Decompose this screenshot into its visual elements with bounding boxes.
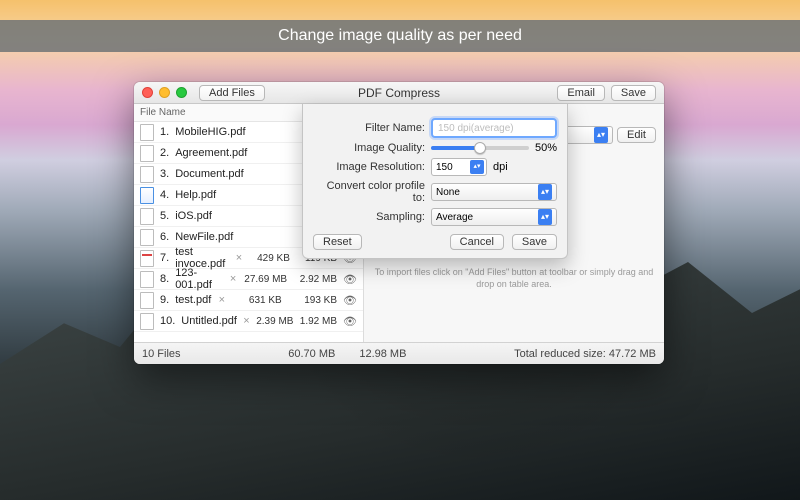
total-reduced: 12.98 MB	[359, 348, 406, 360]
filter-settings-sheet: Filter Name: 150 dpi(average) Image Qual…	[302, 104, 568, 259]
orig-size: 2.39 MB	[256, 316, 294, 327]
file-row[interactable]: 10. Untitled.pdf × 2.39 MB 1.92 MB 👁	[134, 311, 363, 332]
preview-icon[interactable]: 👁	[343, 294, 357, 307]
file-index: 9.	[160, 294, 169, 306]
file-name: test.pdf	[175, 294, 211, 306]
file-count: 10 Files	[142, 348, 181, 360]
label-image-resolution: Image Resolution:	[313, 161, 425, 173]
file-row[interactable]: 8. 123-001.pdf × 27.69 MB 2.92 MB 👁	[134, 269, 363, 290]
orig-size: 429 KB	[249, 253, 290, 264]
file-name: NewFile.pdf	[175, 231, 233, 243]
preview-icon[interactable]: 👁	[343, 273, 357, 286]
titlebar: Add Files PDF Compress Email Save	[134, 82, 664, 104]
file-name: MobileHIG.pdf	[175, 126, 245, 138]
remove-icon[interactable]: ×	[229, 273, 237, 285]
color-profile-select[interactable]: None ▴▾	[431, 183, 557, 201]
label-color-profile: Convert color profile to:	[313, 180, 425, 204]
slider-thumb[interactable]	[474, 142, 486, 154]
file-index: 7.	[160, 252, 169, 264]
orig-size: 27.69 MB	[243, 274, 287, 285]
color-profile-value: None	[436, 187, 460, 198]
edit-quality-button[interactable]: Edit	[617, 127, 656, 143]
file-row[interactable]: 9. test.pdf × 631 KB 193 KB 👁	[134, 290, 363, 311]
file-name: Agreement.pdf	[175, 147, 247, 159]
reduced-size: 1.92 MB	[299, 316, 337, 327]
orig-size: 631 KB	[232, 295, 281, 306]
file-index: 2.	[160, 147, 169, 159]
zoom-icon[interactable]	[176, 87, 187, 98]
reduced-size: 193 KB	[288, 295, 337, 306]
reset-button[interactable]: Reset	[313, 234, 362, 250]
import-hint: To import files click on "Add Files" but…	[372, 267, 656, 290]
cancel-button[interactable]: Cancel	[450, 234, 504, 250]
resolution-value: 150	[436, 162, 453, 173]
close-icon[interactable]	[142, 87, 153, 98]
file-name: Document.pdf	[175, 168, 243, 180]
chevron-updown-icon: ▴▾	[538, 184, 552, 200]
sheet-save-button[interactable]: Save	[512, 234, 557, 250]
add-files-button[interactable]: Add Files	[199, 85, 265, 101]
file-index: 6.	[160, 231, 169, 243]
chevron-updown-icon: ▴▾	[470, 160, 484, 174]
sampling-select[interactable]: Average ▴▾	[431, 208, 557, 226]
resolution-unit: dpi	[493, 161, 508, 173]
remove-icon[interactable]: ×	[243, 315, 250, 327]
quality-percent: 50%	[535, 142, 557, 154]
minimize-icon[interactable]	[159, 87, 170, 98]
chevron-updown-icon: ▴▾	[594, 127, 608, 143]
remove-icon[interactable]: ×	[235, 252, 243, 264]
sampling-value: Average	[436, 212, 473, 223]
file-name: iOS.pdf	[175, 210, 212, 222]
file-name: Help.pdf	[175, 189, 216, 201]
quality-slider[interactable]	[431, 146, 529, 150]
file-index: 1.	[160, 126, 169, 138]
file-index: 3.	[160, 168, 169, 180]
file-index: 4.	[160, 189, 169, 201]
resolution-stepper[interactable]: 150 ▴▾	[431, 158, 487, 176]
file-index: 5.	[160, 210, 169, 222]
save-button[interactable]: Save	[611, 85, 656, 101]
promo-banner: Change image quality as per need	[0, 20, 800, 52]
label-filter-name: Filter Name:	[313, 122, 425, 134]
remove-icon[interactable]: ×	[217, 294, 226, 306]
label-sampling: Sampling:	[313, 211, 425, 223]
summary-text: Total reduced size: 47.72 MB	[514, 348, 656, 360]
preview-icon[interactable]: 👁	[343, 315, 357, 328]
total-original: 60.70 MB	[288, 348, 335, 360]
file-name: 123-001.pdf	[175, 267, 223, 291]
file-name: Untitled.pdf	[181, 315, 237, 327]
app-window: Add Files PDF Compress Email Save File N…	[134, 82, 664, 364]
file-index: 10.	[160, 315, 175, 327]
file-index: 8.	[160, 273, 169, 285]
filter-name-input[interactable]: 150 dpi(average)	[431, 118, 557, 138]
reduced-size: 2.92 MB	[293, 274, 337, 285]
status-bar: 10 Files 60.70 MB 12.98 MB Total reduced…	[134, 342, 664, 364]
email-button[interactable]: Email	[557, 85, 605, 101]
label-image-quality: Image Quality:	[313, 142, 425, 154]
chevron-updown-icon: ▴▾	[538, 209, 552, 225]
